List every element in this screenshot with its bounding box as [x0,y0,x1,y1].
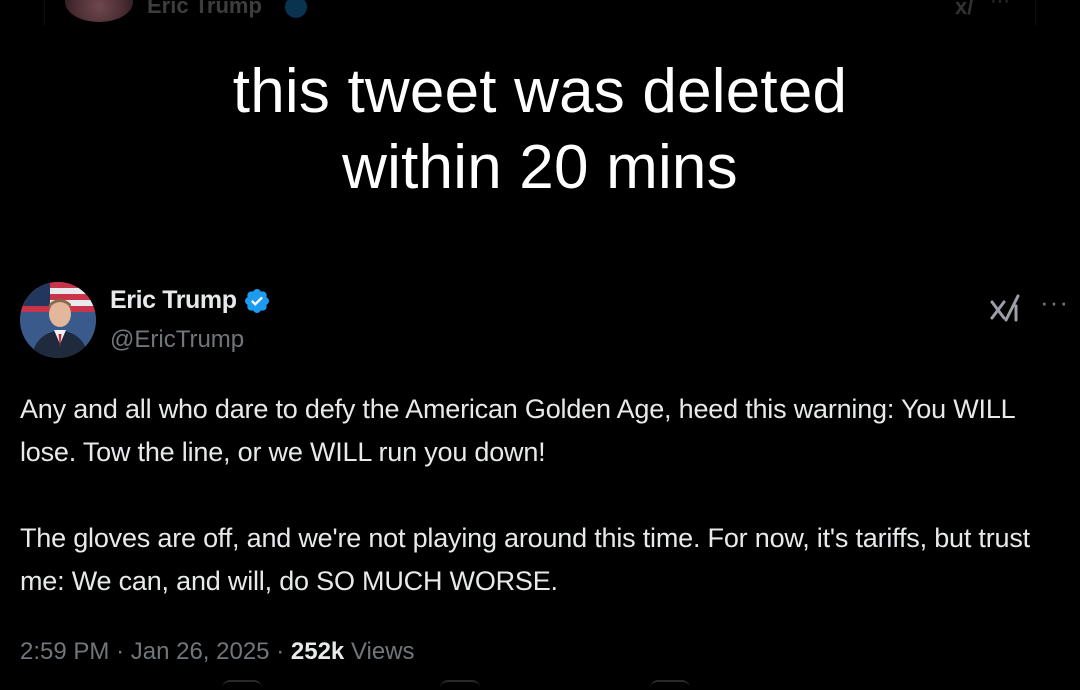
meta-separator: · [276,638,285,665]
caption-line-1: this tweet was deleted [232,57,848,126]
tweet-paragraph-1: Any and all who dare to defy the America… [20,394,1015,467]
meta-separator: · [116,638,125,665]
tweet-meta: 2:59 PM · Jan 26, 2025 · 252k Views [20,638,415,666]
ghost-avatar [65,0,133,22]
avatar[interactable] [20,282,96,358]
reply-icon[interactable] [222,680,262,688]
caption-line-2: within 20 mins [342,133,738,202]
tweet-time[interactable]: 2:59 PM [20,638,109,665]
ghost-more-icon: ··· [990,0,1010,12]
tweet-paragraph-2: The gloves are off, and we're not playin… [20,523,1030,596]
name-row: Eric Trump [110,286,271,315]
repost-icon[interactable] [440,680,480,688]
overlay-caption: this tweet was deleted within 20 mins [0,54,1080,206]
ghost-tweet-header: Eric Trump x/ ··· [44,0,1036,26]
views-label: Views [350,638,415,665]
tweet-date[interactable]: Jan 26, 2025 [131,638,270,665]
views-count: 252k [290,638,345,665]
like-icon[interactable] [650,680,690,688]
handle[interactable]: @EricTrump [110,326,244,354]
verified-badge-icon [244,288,269,313]
action-bar [0,680,1080,690]
grok-icon[interactable] [988,292,1022,326]
tweet-card: Eric Trump @EricTrump ··· Any and all wh… [0,270,1080,690]
ghost-display-name: Eric Trump [147,0,262,18]
ghost-grok-icon: x/ [955,0,974,19]
display-name[interactable]: Eric Trump [110,286,237,315]
tweet-text: Any and all who dare to defy the America… [20,388,1060,603]
ghost-verified-badge-icon [285,0,307,18]
more-icon[interactable]: ··· [1040,289,1069,315]
